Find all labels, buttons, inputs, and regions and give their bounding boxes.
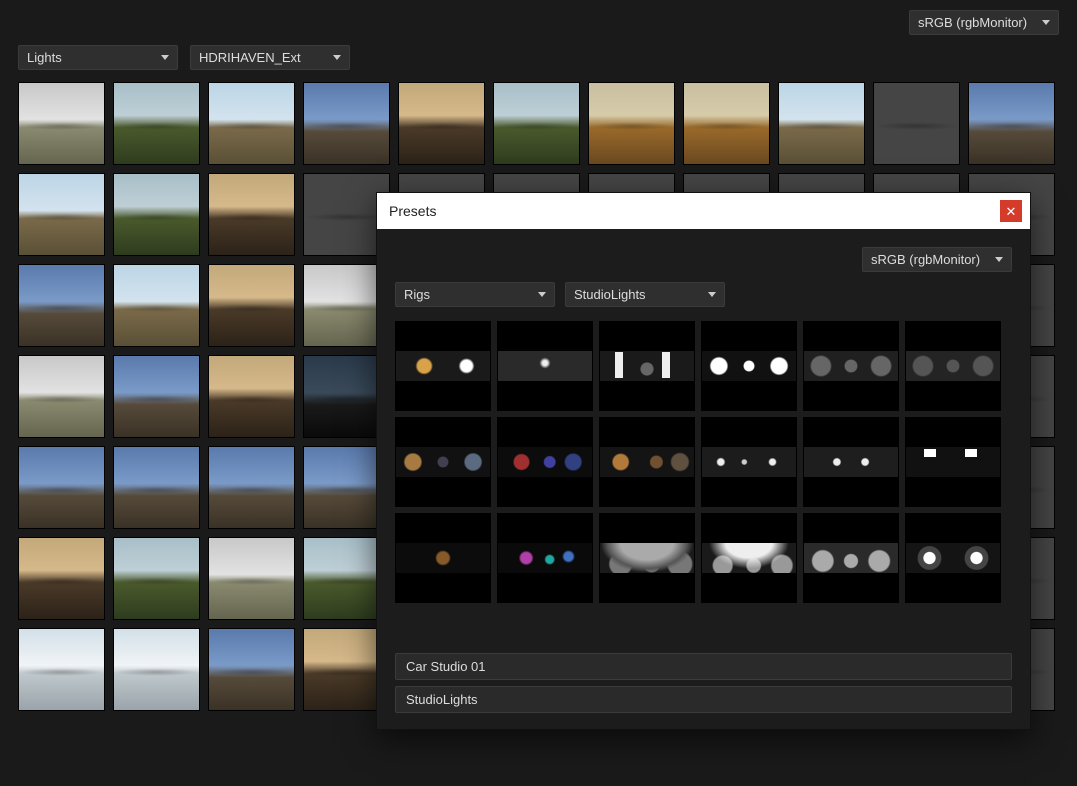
hdri-thumb[interactable] [113,628,200,711]
chevron-down-icon [538,292,546,297]
chevron-down-icon [161,55,169,60]
preset-name-field[interactable]: Car Studio 01 [395,653,1012,680]
dialog-titlebar: Presets ✕ [377,193,1030,229]
hdri-thumb[interactable] [778,82,865,165]
hdri-thumb[interactable] [588,82,675,165]
hdri-thumb[interactable] [18,264,105,347]
category-label: Lights [27,50,62,65]
category-dropdown[interactable]: Lights [18,45,178,70]
close-button[interactable]: ✕ [1000,200,1022,222]
hdri-thumb[interactable] [873,82,960,165]
hdri-thumb[interactable] [208,82,295,165]
hdri-thumb[interactable] [113,355,200,438]
hdri-thumb[interactable] [208,628,295,711]
studiolight-thumb[interactable] [905,417,1001,507]
studiolight-thumb[interactable] [701,321,797,411]
close-icon: ✕ [1006,205,1017,218]
studiolight-thumb[interactable] [701,513,797,603]
studiolight-thumb[interactable] [497,417,593,507]
hdri-thumb[interactable] [113,446,200,529]
hdri-thumb[interactable] [18,446,105,529]
studiolight-thumb[interactable] [599,417,695,507]
hdri-thumb[interactable] [208,355,295,438]
studiolight-thumb[interactable] [395,513,491,603]
hdri-thumb[interactable] [208,537,295,620]
studiolight-thumb[interactable] [599,513,695,603]
studiolight-thumb[interactable] [701,417,797,507]
hdri-thumb[interactable] [208,264,295,347]
studiolight-thumb[interactable] [395,321,491,411]
hdri-thumb[interactable] [113,173,200,256]
hdri-thumb[interactable] [18,628,105,711]
hdri-thumb[interactable] [208,446,295,529]
studiolights-grid [391,317,1016,607]
modal-colorspace-label: sRGB (rgbMonitor) [871,252,980,267]
collection-label: HDRIHAVEN_Ext [199,50,301,65]
chevron-down-icon [995,257,1003,262]
modal-category-dropdown[interactable]: Rigs [395,282,555,307]
modal-collection-dropdown[interactable]: StudioLights [565,282,725,307]
hdri-thumb[interactable] [113,82,200,165]
hdri-thumb[interactable] [113,537,200,620]
hdri-thumb[interactable] [493,82,580,165]
colorspace-dropdown[interactable]: sRGB (rgbMonitor) [909,10,1059,35]
collection-dropdown[interactable]: HDRIHAVEN_Ext [190,45,350,70]
hdri-thumb[interactable] [398,82,485,165]
studiolight-thumb[interactable] [599,321,695,411]
hdri-thumb[interactable] [968,82,1055,165]
hdri-thumb[interactable] [18,173,105,256]
studiolight-thumb[interactable] [395,417,491,507]
chevron-down-icon [333,55,341,60]
dialog-title: Presets [389,203,436,219]
studiolight-thumb[interactable] [497,513,593,603]
studiolight-thumb[interactable] [497,321,593,411]
chevron-down-icon [708,292,716,297]
chevron-down-icon [1042,20,1050,25]
modal-collection-label: StudioLights [574,287,646,302]
hdri-thumb[interactable] [18,537,105,620]
preset-collection-field[interactable]: StudioLights [395,686,1012,713]
hdri-thumb[interactable] [18,82,105,165]
studiolight-thumb[interactable] [803,513,899,603]
hdri-thumb[interactable] [208,173,295,256]
presets-dialog: Presets ✕ sRGB (rgbMonitor) Rigs StudioL… [376,192,1031,730]
modal-colorspace-dropdown[interactable]: sRGB (rgbMonitor) [862,247,1012,272]
hdri-thumb[interactable] [18,355,105,438]
hdri-thumb[interactable] [683,82,770,165]
studiolight-thumb[interactable] [905,513,1001,603]
studiolight-thumb[interactable] [905,321,1001,411]
studiolight-thumb[interactable] [803,321,899,411]
hdri-thumb[interactable] [113,264,200,347]
modal-category-label: Rigs [404,287,430,302]
studiolight-thumb[interactable] [803,417,899,507]
colorspace-label: sRGB (rgbMonitor) [918,15,1027,30]
hdri-thumb[interactable] [303,82,390,165]
